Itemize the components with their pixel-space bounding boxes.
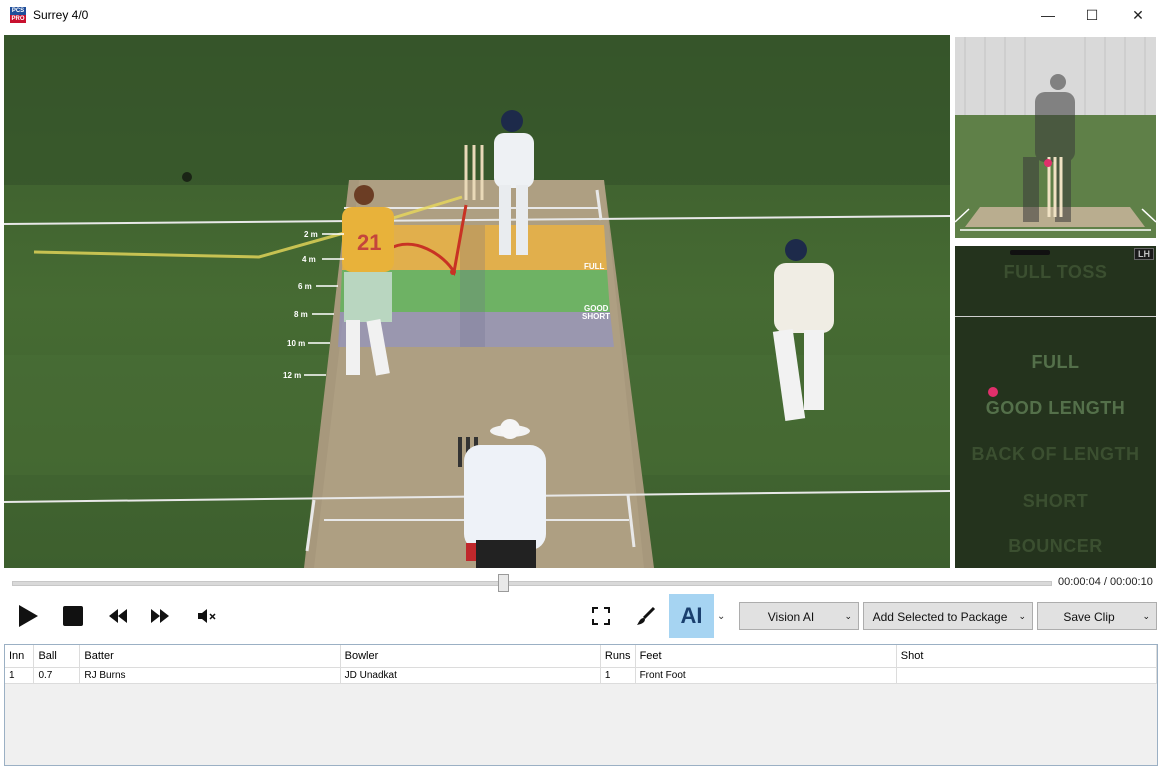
fullscreen-button[interactable] <box>587 602 615 630</box>
ai-button[interactable]: AI <box>669 594 714 638</box>
fullscreen-icon <box>592 607 610 625</box>
zone-back-of-length: BACK OF LENGTH <box>971 444 1140 464</box>
logo-text-top: PCS <box>10 7 26 15</box>
cell-shot <box>896 667 1157 684</box>
table-header-row: Inn Ball Batter Bowler Runs Feet Shot <box>5 645 1157 668</box>
zone-label-short: SHORT <box>582 312 610 321</box>
distance-6m: 6 m <box>298 282 312 291</box>
deliveries-table[interactable]: Inn Ball Batter Bowler Runs Feet Shot 1 … <box>4 644 1158 766</box>
handedness-badge: LH <box>1134 248 1154 260</box>
bowler-number: 21 <box>357 230 381 255</box>
column-header-runs[interactable]: Runs <box>600 645 636 668</box>
draw-button[interactable] <box>632 602 660 630</box>
mute-button[interactable] <box>193 602 221 630</box>
rewind-icon <box>109 609 127 623</box>
video-frame: 21 2 m 4 m 6 m 8 m 10 m 12 m FULL GOOD S… <box>4 35 950 568</box>
ai-dropdown-chevron-icon[interactable]: ⌄ <box>717 611 725 622</box>
ball-pitch-marker <box>988 387 998 397</box>
cell-bowler: JD Unadkat <box>340 667 601 684</box>
column-header-batter[interactable]: Batter <box>79 645 341 668</box>
app-logo-icon: PCS PRO <box>10 7 26 23</box>
distance-2m: 2 m <box>304 230 318 239</box>
distance-10m: 10 m <box>287 339 305 348</box>
fast-forward-icon <box>151 609 169 623</box>
distance-8m: 8 m <box>294 310 308 319</box>
maximize-button[interactable]: ☐ <box>1069 0 1115 31</box>
add-to-package-label: Add Selected to Package <box>872 610 1008 624</box>
chevron-down-icon: ⌄ <box>1018 611 1026 621</box>
minimize-button[interactable]: — <box>1025 0 1071 31</box>
pitch-map-divider <box>955 316 1156 317</box>
side-camera-frame <box>955 37 1156 238</box>
pitch-map-panel[interactable]: LH FULL TOSS FULL GOOD LENGTH BACK OF LE… <box>955 246 1156 568</box>
save-clip-label: Save Clip <box>1063 610 1115 624</box>
speaker-muted-icon <box>198 609 216 623</box>
table-row[interactable]: 1 0.7 RJ Burns JD Unadkat 1 Front Foot <box>5 667 1157 684</box>
zone-label-full: FULL <box>584 262 605 271</box>
stop-icon <box>63 606 83 626</box>
title-bar: PCS PRO Surrey 4/0 — ☐ ✕ <box>0 0 1161 31</box>
fast-forward-button[interactable] <box>146 602 174 630</box>
cell-feet: Front Foot <box>635 667 897 684</box>
vision-ai-dropdown[interactable]: Vision AI ⌄ <box>739 602 859 630</box>
column-header-ball[interactable]: Ball <box>33 645 81 668</box>
cell-runs: 1 <box>600 667 636 684</box>
close-button[interactable]: ✕ <box>1115 0 1161 31</box>
chevron-down-icon: ⌄ <box>1142 611 1150 621</box>
zone-full: FULL <box>1031 352 1080 372</box>
time-readout: 00:00:04 / 00:00:10 <box>1058 576 1153 588</box>
play-button[interactable] <box>14 602 42 630</box>
zone-short: SHORT <box>1022 491 1089 511</box>
side-camera-view[interactable] <box>955 37 1156 238</box>
chevron-down-icon: ⌄ <box>844 611 852 621</box>
main-video-view[interactable]: 21 2 m 4 m 6 m 8 m 10 m 12 m FULL GOOD S… <box>4 35 950 568</box>
column-header-feet[interactable]: Feet <box>635 645 897 668</box>
column-header-bowler[interactable]: Bowler <box>340 645 601 668</box>
rewind-button[interactable] <box>104 602 132 630</box>
cell-ball: 0.7 <box>33 667 81 684</box>
zone-good-length: GOOD LENGTH <box>985 398 1126 418</box>
play-icon <box>19 605 38 627</box>
save-clip-dropdown[interactable]: Save Clip ⌄ <box>1037 602 1157 630</box>
cell-batter: RJ Burns <box>79 667 341 684</box>
column-header-inn[interactable]: Inn <box>5 645 35 668</box>
timeline-thumb[interactable] <box>498 574 509 592</box>
timeline-track[interactable] <box>12 581 1052 586</box>
zone-full-toss: FULL TOSS <box>1003 262 1108 282</box>
brush-icon <box>637 606 656 625</box>
distance-12m: 12 m <box>283 371 301 380</box>
zone-bouncer: BOUNCER <box>1008 536 1103 556</box>
pitch-map-stumps <box>1010 250 1050 255</box>
add-to-package-dropdown[interactable]: Add Selected to Package ⌄ <box>863 602 1033 630</box>
distance-4m: 4 m <box>302 255 316 264</box>
cell-inn: 1 <box>5 667 35 684</box>
window-title: Surrey 4/0 <box>33 8 89 22</box>
column-header-shot[interactable]: Shot <box>896 645 1157 668</box>
stop-button[interactable] <box>59 602 87 630</box>
logo-text-bottom: PRO <box>11 16 25 22</box>
vision-ai-label: Vision AI <box>767 610 815 624</box>
